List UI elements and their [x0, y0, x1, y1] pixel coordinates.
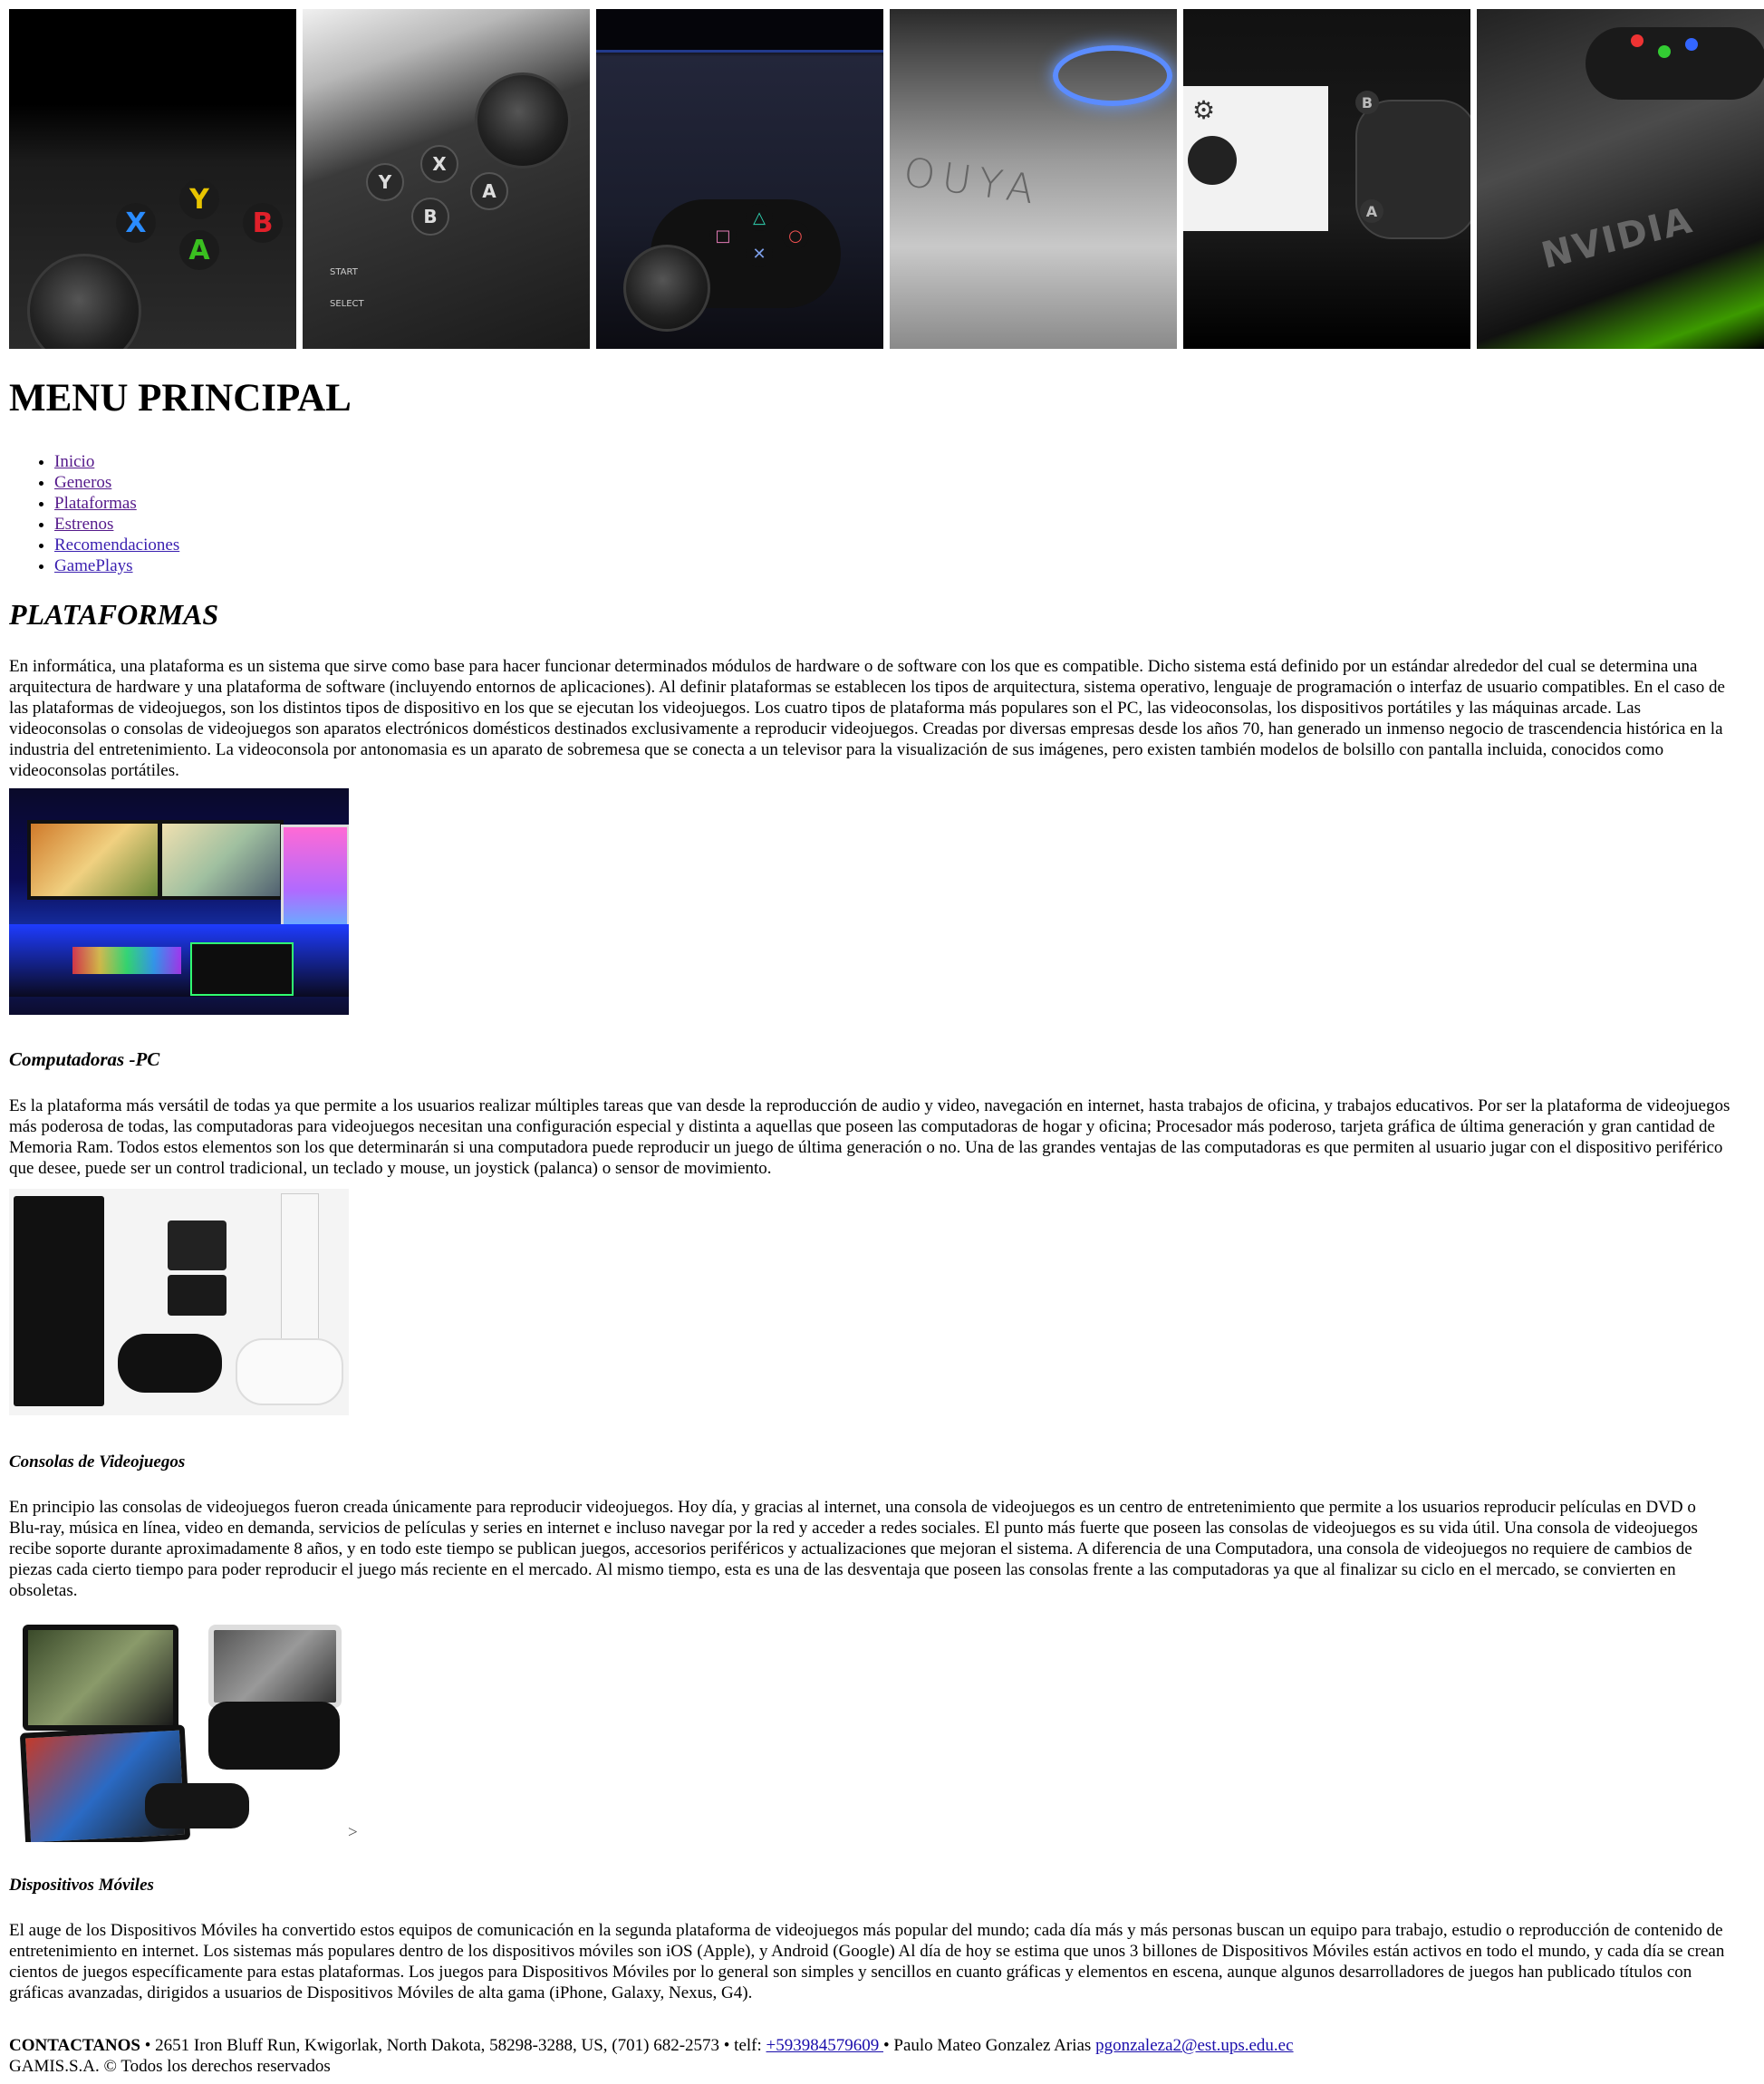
steam-controller-image: Y X A B START SELECT	[303, 9, 590, 349]
ouya-console-image: OUYA	[890, 9, 1177, 349]
nav-item-recomendaciones: Recomendaciones	[54, 535, 179, 555]
ps4-controller-image: △ □ ○ ✕	[596, 9, 883, 349]
green-led-icon	[1658, 45, 1671, 58]
menu-title: MENU PRINCIPAL	[9, 377, 352, 420]
pc-title: Computadoras -PC	[9, 1048, 160, 1070]
circle-button-icon: ○	[782, 222, 809, 249]
nav-link-inicio[interactable]: Inicio	[54, 452, 94, 471]
nav-item-inicio: Inicio	[54, 451, 179, 472]
phone-link[interactable]: +593984579609	[766, 2036, 883, 2055]
gear-icon: ⚙	[1192, 97, 1216, 125]
right-thumbstick-icon	[475, 72, 571, 169]
ps4-pro	[14, 1196, 104, 1406]
nav-item-generos: Generos	[54, 472, 179, 493]
left-monitor	[27, 820, 161, 900]
dualshock-controller	[118, 1334, 222, 1393]
smartphone	[208, 1625, 342, 1708]
cross-button-icon: ✕	[746, 240, 773, 267]
shield-controller	[145, 1783, 249, 1828]
ouya-logo: OUYA	[901, 149, 1045, 215]
3ds-top	[168, 1220, 227, 1270]
b-button-icon: B	[1355, 91, 1379, 114]
y-button-icon: Y	[366, 163, 404, 201]
triangle-button-icon: △	[746, 204, 773, 231]
gaming-pc-image	[9, 788, 349, 1015]
lightbar	[596, 9, 883, 53]
email-link[interactable]: pgonzaleza2@est.ups.edu.ec	[1095, 2036, 1294, 2055]
left-thumbstick-icon	[27, 254, 141, 349]
3ds-bottom	[168, 1275, 227, 1316]
consoles-title: Consolas de Videojuegos	[9, 1452, 186, 1471]
steam-machine-image: ⚙ B A	[1183, 9, 1470, 349]
nav-link-recomendaciones[interactable]: Recomendaciones	[54, 535, 179, 555]
consoles-paragraph: En principio las consolas de videojuegos…	[9, 1498, 1698, 1600]
left-thumbstick-icon	[623, 245, 710, 332]
section-title: PLATAFORMAS	[9, 598, 219, 631]
x-button-icon: X	[420, 145, 458, 183]
author-name: • Paulo Mateo Gonzalez Arias	[883, 2036, 1096, 2055]
mobile-devices-image	[9, 1616, 349, 1842]
y-button-icon: Y	[179, 179, 219, 219]
xbox-controller-image: Y X B A	[9, 9, 296, 349]
square-button-icon: □	[709, 222, 737, 249]
xbox-controller	[236, 1338, 343, 1405]
mobile-paragraph: El auge de los Dispositivos Móviles ha c…	[9, 1921, 1725, 2002]
red-led-icon	[1631, 34, 1644, 47]
power-ring-icon	[1053, 45, 1172, 106]
nav-item-estrenos: Estrenos	[54, 514, 179, 535]
address-text: • 2651 Iron Bluff Run, Kwigorlak, North …	[140, 2036, 766, 2055]
nav-link-generos[interactable]: Generos	[54, 473, 111, 492]
footer: CONTACTANOS • 2651 Iron Bluff Run, Kwigo…	[9, 2035, 1758, 2077]
nav-item-gameplays: GamePlays	[54, 555, 179, 576]
b-button-icon: B	[411, 198, 449, 236]
header-banner: Y X B A Y X A B START SELECT △ □ ○ ✕ OUY…	[9, 9, 1764, 349]
nav-link-plataformas[interactable]: Plataformas	[54, 494, 137, 513]
intro-paragraph: En informática, una plataforma es un sis…	[9, 657, 1725, 780]
right-monitor	[159, 820, 284, 900]
footer-contact-line: CONTACTANOS • 2651 Iron Bluff Run, Kwigo…	[9, 2035, 1758, 2056]
gamepad-controller	[208, 1702, 340, 1770]
nvidia-logo: NVIDIA	[1537, 199, 1698, 277]
controller-top	[1586, 27, 1764, 100]
nav-link-estrenos[interactable]: Estrenos	[54, 515, 113, 534]
nvidia-shield-image: NVIDIA	[1477, 9, 1764, 349]
tablet-top	[23, 1625, 178, 1731]
stray-character: >	[348, 1823, 358, 1842]
copyright-text: GAMIS.S.A. © Todos los derechos reservad…	[9, 2057, 331, 2076]
contact-label: CONTACTANOS	[9, 2036, 140, 2055]
pc-paragraph: Es la plataforma más versátil de todas y…	[9, 1096, 1730, 1178]
steam-logo-icon	[1188, 136, 1237, 185]
mousepad	[190, 942, 294, 996]
nav-link-gameplays[interactable]: GamePlays	[54, 556, 133, 575]
a-button-icon: A	[470, 172, 508, 210]
x-button-icon: X	[116, 203, 156, 243]
consoles-image	[9, 1189, 349, 1415]
a-button-icon: A	[1360, 199, 1383, 223]
select-label: SELECT	[330, 299, 364, 309]
keyboard	[72, 947, 181, 974]
a-button-icon: A	[179, 230, 219, 270]
start-label: START	[330, 267, 358, 277]
blue-led-icon	[1685, 38, 1698, 51]
mobile-title: Dispositivos Móviles	[9, 1876, 154, 1895]
nav-item-plataformas: Plataformas	[54, 493, 179, 514]
main-nav: Inicio Generos Plataformas Estrenos Reco…	[9, 451, 179, 576]
b-button-icon: B	[243, 203, 283, 243]
